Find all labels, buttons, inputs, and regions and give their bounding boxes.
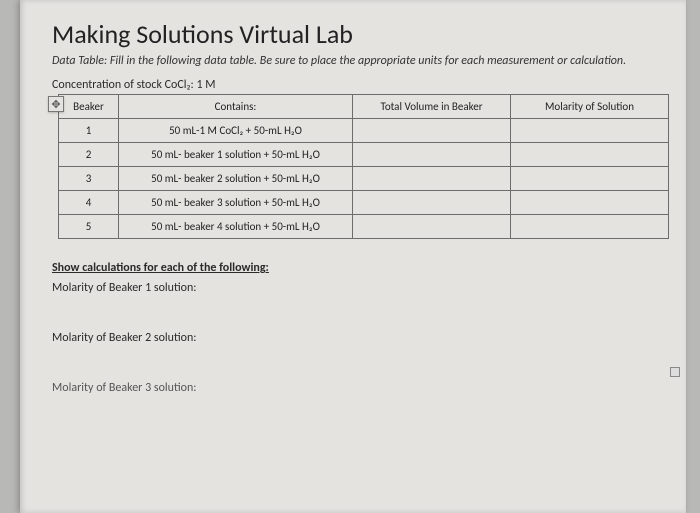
table-row: 2 50 mL- beaker 1 solution + 50-mL H₂O [59, 143, 669, 167]
content-area: Making Solutions Virtual Lab Data Table:… [20, 0, 686, 415]
cell-total-volume[interactable] [353, 119, 511, 143]
col-header-molarity: Molarity of Solution [511, 95, 669, 119]
move-handle-icon[interactable]: ✥ [48, 96, 64, 112]
cell-molarity[interactable] [511, 191, 669, 215]
cell-molarity[interactable] [511, 215, 669, 239]
document-page: Making Solutions Virtual Lab Data Table:… [20, 0, 686, 513]
cell-total-volume[interactable] [353, 191, 511, 215]
page-title: Making Solutions Virtual Lab [52, 18, 664, 50]
page-subtitle: Data Table: Fill in the following data t… [52, 54, 664, 68]
cell-molarity[interactable] [511, 167, 669, 191]
cell-beaker: 3 [59, 167, 119, 191]
cell-contains: 50 mL- beaker 4 solution + 50-mL H₂O [119, 215, 353, 239]
cell-total-volume[interactable] [353, 143, 511, 167]
col-header-total-volume: Total Volume in Beaker [353, 95, 511, 119]
cell-beaker: 1 [59, 119, 119, 143]
calc-beaker-3-label: Molarity of Beaker 3 solution: [52, 381, 664, 395]
table-header-row: Beaker Contains: Total Volume in Beaker … [59, 95, 669, 119]
cell-beaker: 5 [59, 215, 119, 239]
cell-molarity[interactable] [511, 119, 669, 143]
calc-beaker-1-label: Molarity of Beaker 1 solution: [52, 281, 664, 295]
col-header-beaker: Beaker [59, 95, 119, 119]
data-table: Beaker Contains: Total Volume in Beaker … [58, 94, 669, 239]
cell-contains: 50 mL- beaker 1 solution + 50-mL H₂O [119, 143, 353, 167]
cell-contains: 50 mL- beaker 3 solution + 50-mL H₂O [119, 191, 353, 215]
table-row: 4 50 mL- beaker 3 solution + 50-mL H₂O [59, 191, 669, 215]
table-row: 5 50 mL- beaker 4 solution + 50-mL H₂O [59, 215, 669, 239]
cell-contains: 50 mL-1 M CoCl₂ + 50-mL H₂O [119, 119, 353, 143]
cell-total-volume[interactable] [353, 167, 511, 191]
cell-beaker: 4 [59, 191, 119, 215]
table-resize-handle-icon[interactable] [670, 367, 680, 377]
stock-concentration-line: Concentration of stock CoCl₂: 1 M [52, 78, 664, 92]
calculations-header: Show calculations for each of the follow… [52, 261, 664, 275]
cell-total-volume[interactable] [353, 215, 511, 239]
cell-molarity[interactable] [511, 143, 669, 167]
calc-beaker-2-label: Molarity of Beaker 2 solution: [52, 331, 664, 345]
cell-beaker: 2 [59, 143, 119, 167]
cell-contains: 50 mL- beaker 2 solution + 50-mL H₂O [119, 167, 353, 191]
table-row: 3 50 mL- beaker 2 solution + 50-mL H₂O [59, 167, 669, 191]
table-row: 1 50 mL-1 M CoCl₂ + 50-mL H₂O [59, 119, 669, 143]
col-header-contains: Contains: [119, 95, 353, 119]
